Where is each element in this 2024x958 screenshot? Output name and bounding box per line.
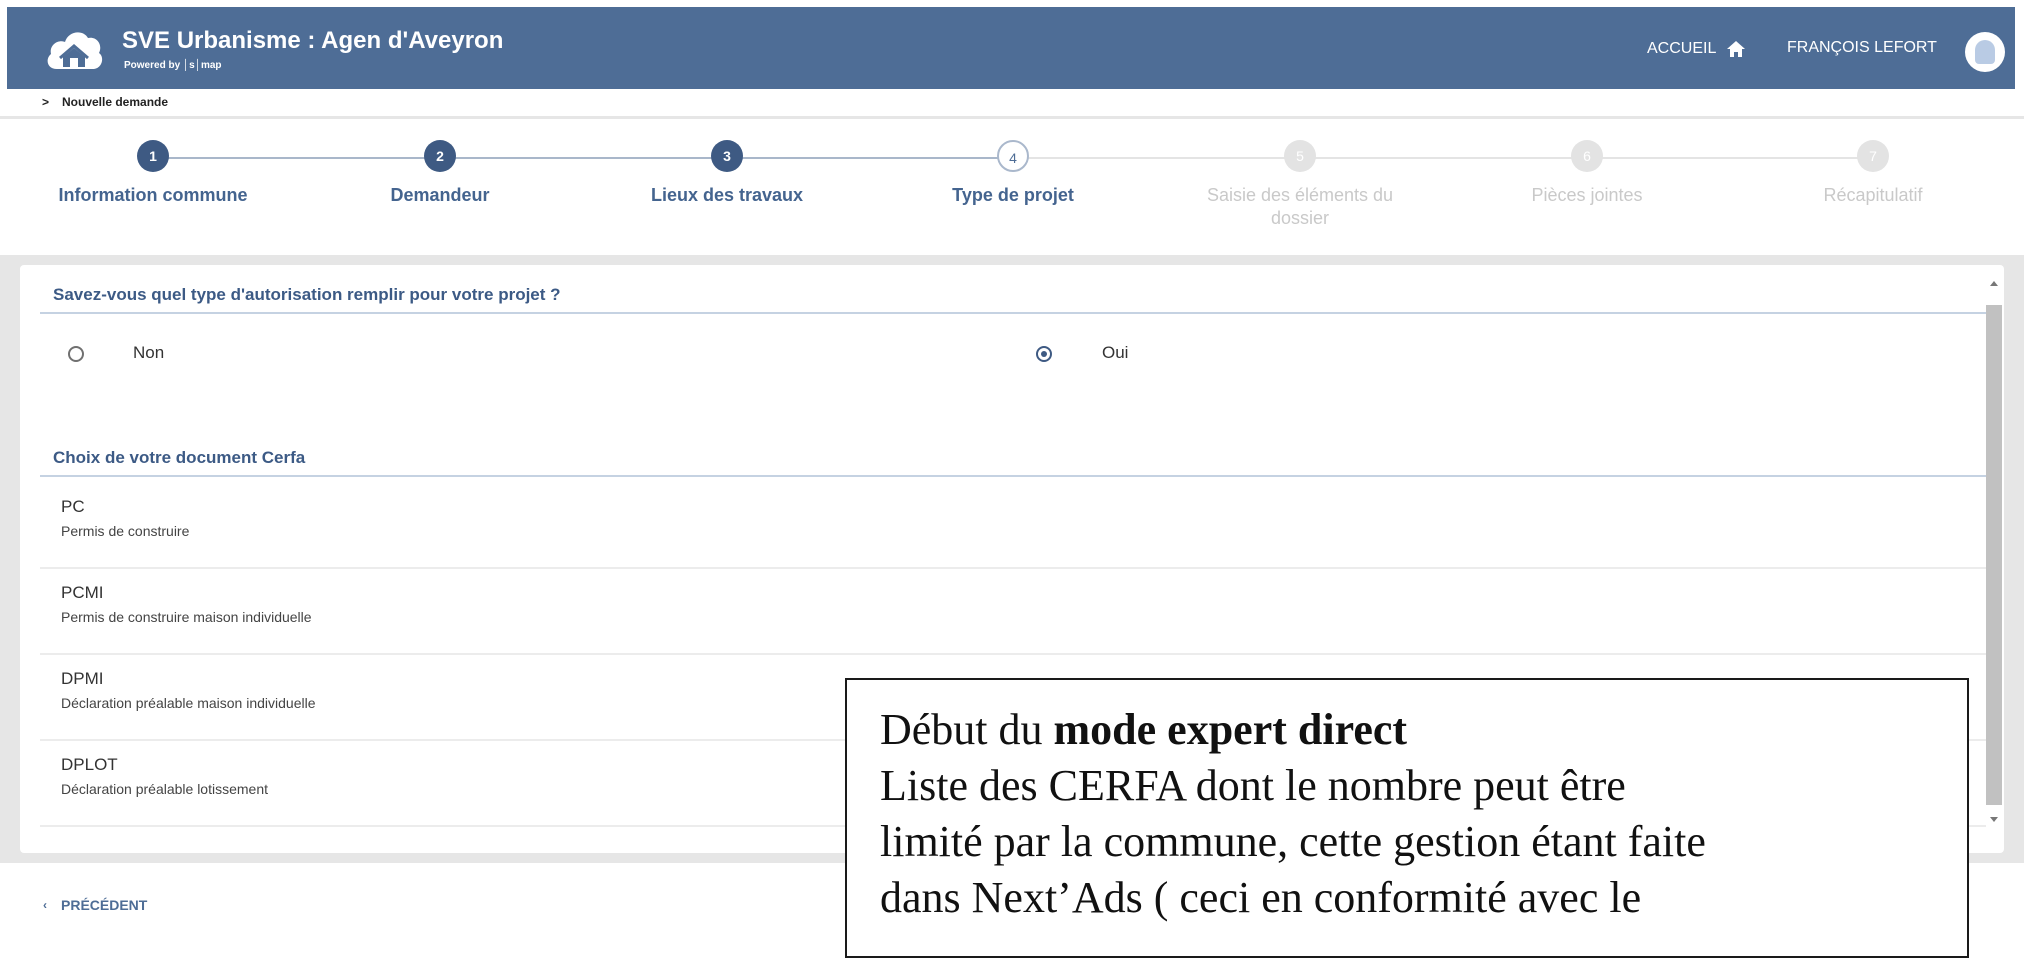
step-number: 7 (1857, 140, 1889, 172)
step-label: Saisie des éléments du dossier (1206, 185, 1394, 228)
user-icon (1975, 40, 1995, 64)
annotation-line-2: Liste des CERFA dont le nombre peut être (880, 761, 1626, 810)
annotation-prefix: Début du (880, 705, 1054, 754)
step-label: Type de projet (952, 185, 1074, 205)
step-4[interactable]: 4 Type de projet (903, 140, 1123, 207)
cloud-home-logo-icon[interactable] (45, 23, 103, 75)
nav-user-name[interactable]: FRANÇOIS LEFORT (1787, 39, 1937, 57)
question-title: Savez-vous quel type d'autorisation remp… (53, 285, 561, 304)
annotation-line-3: limité par la commune, cette gestion éta… (880, 817, 1706, 866)
previous-button[interactable]: ‹ PRÉCÉDENT (43, 897, 147, 913)
step-label: Information commune (58, 185, 248, 205)
annotation-line-1: Début du mode expert direct (880, 702, 1706, 758)
radio-non[interactable] (68, 346, 84, 362)
step-number: 2 (424, 140, 456, 172)
vertical-scrollbar[interactable] (1984, 281, 2004, 841)
previous-label: PRÉCÉDENT (61, 897, 148, 913)
app-header: SVE Urbanisme : Agen d'Aveyron Powered b… (7, 7, 2015, 89)
radio-oui[interactable] (1036, 346, 1052, 362)
step-1[interactable]: 1 Information commune (43, 140, 263, 207)
cerfa-description: Permis de construire maison individuelle (61, 609, 312, 625)
radio-oui-label[interactable]: Oui (1102, 343, 1128, 363)
cerfa-code: DPLOT (61, 755, 118, 774)
radio-non-label[interactable]: Non (133, 343, 164, 363)
scroll-thumb[interactable] (1986, 305, 2002, 805)
cerfa-description: Permis de construire (61, 523, 190, 539)
step-number: 1 (137, 140, 169, 172)
step-number: 5 (1284, 140, 1316, 172)
step-7: 7 Récapitulatif (1763, 140, 1983, 207)
step-label: Demandeur (390, 185, 490, 205)
step-3[interactable]: 3 Lieux des travaux (617, 140, 837, 207)
step-label: Récapitulatif (1823, 185, 1923, 205)
step-2[interactable]: 2 Demandeur (330, 140, 550, 207)
question-divider (40, 312, 1986, 314)
nav-home-link[interactable]: ACCUEIL (1647, 39, 1746, 59)
step-number: 4 (997, 140, 1029, 172)
cerfa-code: DPMI (61, 669, 104, 688)
step-label: Pièces jointes (1531, 185, 1643, 205)
cerfa-title: Choix de votre document Cerfa (53, 448, 306, 467)
step-connector-done (153, 157, 1013, 159)
annotation-line-4: dans Next’Ads ( ceci en conformité avec … (880, 873, 1642, 922)
breadcrumb-item[interactable]: Nouvelle demande (62, 95, 168, 109)
step-6: 6 Pièces jointes (1477, 140, 1697, 207)
cerfa-item-pc[interactable]: PC Permis de construire (40, 485, 1986, 569)
nav-home-label: ACCUEIL (1647, 40, 1717, 57)
breadcrumb-divider (0, 116, 2024, 119)
avatar[interactable] (1965, 32, 2005, 72)
cerfa-description: Déclaration préalable lotissement (61, 781, 268, 797)
scroll-down-arrow-icon[interactable] (1990, 817, 1998, 822)
step-5: 5 Saisie des éléments du dossier (1190, 140, 1410, 230)
step-label: Lieux des travaux (650, 185, 804, 205)
annotation-text: Début du mode expert direct Liste des CE… (880, 702, 1706, 926)
cerfa-description: Déclaration préalable maison individuell… (61, 695, 316, 711)
annotation-callout: Début du mode expert direct Liste des CE… (845, 678, 1969, 958)
cerfa-item-pcmi[interactable]: PCMI Permis de construire maison individ… (40, 571, 1986, 655)
step-number: 3 (711, 140, 743, 172)
breadcrumb-separator: > (42, 95, 50, 109)
powered-by-text: Powered by │s│map (124, 60, 222, 71)
cerfa-divider (40, 475, 1986, 477)
step-number: 6 (1571, 140, 1603, 172)
home-icon (1727, 41, 1746, 57)
chevron-left-icon: ‹ (43, 898, 47, 912)
app-title[interactable]: SVE Urbanisme : Agen d'Aveyron (122, 27, 503, 55)
cerfa-code: PC (61, 497, 85, 516)
scroll-up-arrow-icon[interactable] (1990, 281, 1998, 286)
annotation-bold: mode expert direct (1053, 705, 1408, 754)
step-connector-todo (1013, 157, 1873, 159)
cerfa-code: PCMI (61, 583, 104, 602)
